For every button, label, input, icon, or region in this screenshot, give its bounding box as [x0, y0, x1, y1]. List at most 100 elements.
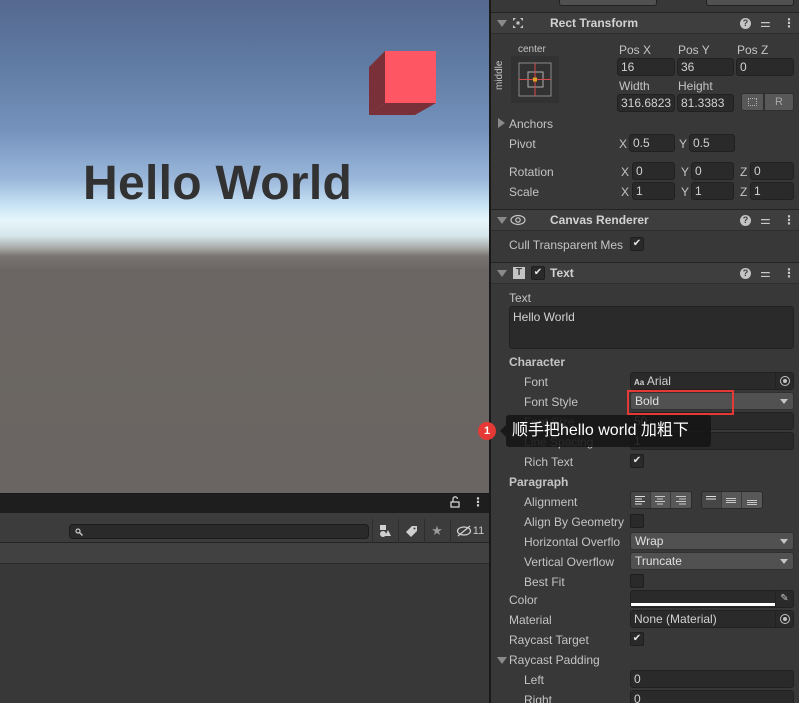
align-middle-button[interactable] — [722, 492, 742, 508]
padding-right-label: Right — [524, 693, 553, 703]
align-right-icon — [675, 495, 686, 504]
alignment-label: Alignment — [524, 495, 578, 509]
eyedropper-icon[interactable]: ✎ — [775, 591, 793, 607]
help-icon[interactable]: ? — [740, 268, 751, 279]
rotation-y-field[interactable]: 0 — [691, 162, 734, 180]
rotation-x-field[interactable]: 0 — [632, 162, 675, 180]
rotation-label: Rotation — [509, 165, 554, 179]
presets-icon[interactable]: ⚌ — [760, 16, 771, 30]
raw-edit-button[interactable]: R — [764, 93, 794, 111]
font-field[interactable]: Aa Arial — [630, 372, 794, 390]
align-top-button[interactable] — [702, 492, 722, 508]
best-fit-label: Best Fit — [524, 575, 565, 589]
pos-z-field[interactable]: 0 — [736, 58, 794, 76]
checkmark-icon: ✔ — [632, 455, 642, 466]
lock-icon[interactable] — [450, 496, 460, 511]
presets-icon[interactable]: ⚌ — [760, 266, 771, 280]
align-bottom-button[interactable] — [742, 492, 762, 508]
align-by-geometry-checkbox[interactable] — [630, 514, 644, 528]
anchor-presets-button[interactable] — [511, 56, 559, 103]
width-label: Width — [619, 79, 650, 93]
game-view[interactable]: Hello World — [0, 0, 489, 493]
font-asset-icon: Aa — [634, 378, 645, 387]
pivot-y-field[interactable]: 0.5 — [689, 134, 735, 152]
component-menu-icon[interactable]: ⋮ — [783, 16, 795, 30]
pos-y-field[interactable]: 36 — [677, 58, 734, 76]
best-fit-checkbox[interactable] — [630, 574, 644, 588]
fold-arrow-icon[interactable] — [497, 270, 507, 277]
material-label: Material — [509, 613, 552, 627]
hierarchy-panel: ⋮ ★ 11 — [0, 493, 489, 703]
pos-x-field[interactable]: 16 — [617, 58, 675, 76]
eye-icon — [510, 214, 526, 226]
width-field[interactable]: 316.6823 — [617, 94, 675, 112]
horizontal-overflow-dropdown[interactable]: Wrap — [630, 532, 794, 550]
chevron-down-icon — [780, 399, 788, 404]
pos-x-label: Pos X — [619, 43, 652, 57]
help-icon[interactable]: ? — [740, 18, 751, 29]
anchor-horizontal-label: center — [518, 44, 546, 55]
hidden-objects-toggle[interactable]: 11 — [450, 519, 489, 543]
scale-y-field[interactable]: 1 — [691, 182, 734, 200]
material-field[interactable]: None (Material) — [630, 610, 794, 628]
pos-y-label: Pos Y — [678, 43, 710, 57]
more-menu-icon[interactable]: ⋮ — [472, 495, 484, 509]
checkmark-icon: ✔ — [632, 633, 642, 644]
color-swatch — [631, 603, 775, 606]
padding-left-field[interactable]: 0 — [630, 670, 794, 688]
shapes-icon — [380, 525, 391, 537]
rotation-z-axis-label: Z — [740, 165, 748, 179]
component-menu-icon[interactable]: ⋮ — [783, 213, 795, 227]
blueprint-mode-button[interactable] — [741, 93, 764, 111]
text-content-area[interactable]: Hello World — [509, 306, 794, 349]
presets-icon[interactable]: ⚌ — [760, 213, 771, 227]
color-field[interactable]: ✎ — [630, 590, 794, 608]
tag-dropdown[interactable] — [706, 0, 794, 6]
search-input[interactable] — [69, 524, 369, 539]
star-icon: ★ — [431, 523, 443, 538]
layer-dropdown[interactable] — [559, 0, 657, 6]
filter-by-type-button[interactable] — [372, 519, 397, 543]
pivot-label: Pivot — [509, 137, 536, 151]
canvas-renderer-header[interactable]: Canvas Renderer ? ⚌ ⋮ — [491, 209, 799, 231]
vertical-alignment-group — [701, 491, 763, 509]
vertical-overflow-dropdown[interactable]: Truncate — [630, 552, 794, 570]
rich-text-checkbox[interactable]: ✔ — [630, 454, 644, 468]
component-menu-icon[interactable]: ⋮ — [783, 266, 795, 280]
anchors-fold-icon[interactable] — [498, 118, 505, 128]
font-style-highlight — [627, 390, 734, 415]
text-component-header[interactable]: T ✔ Text ? ⚌ ⋮ — [491, 262, 799, 284]
fold-arrow-icon[interactable] — [497, 217, 507, 224]
hidden-count: 11 — [472, 525, 485, 537]
object-picker-button[interactable] — [775, 611, 793, 627]
filter-by-label-button[interactable] — [398, 519, 423, 543]
raycast-padding-fold-icon[interactable] — [497, 657, 507, 664]
object-picker-button[interactable] — [775, 373, 793, 389]
scale-x-axis-label: X — [621, 185, 630, 199]
fold-arrow-icon[interactable] — [497, 20, 507, 27]
list-row[interactable] — [0, 543, 489, 564]
align-center-button[interactable] — [651, 492, 671, 508]
align-left-button[interactable] — [631, 492, 651, 508]
favorites-button[interactable]: ★ — [424, 519, 449, 543]
paragraph-section-label: Paragraph — [509, 475, 569, 489]
align-right-button[interactable] — [671, 492, 691, 508]
text-enabled-checkbox[interactable]: ✔ — [531, 266, 545, 280]
raycast-target-checkbox[interactable]: ✔ — [630, 632, 644, 646]
annotation-tooltip: 顺手把hello world 加粗下 — [506, 415, 711, 447]
rect-transform-header[interactable]: Rect Transform ? ⚌ ⋮ — [491, 12, 799, 34]
scale-z-axis-label: Z — [740, 185, 748, 199]
component-title: Rect Transform — [550, 16, 639, 30]
align-center-icon — [655, 495, 665, 504]
rect-transform-icon — [513, 18, 523, 28]
scale-x-field[interactable]: 1 — [632, 182, 675, 200]
height-field[interactable]: 81.3383 — [677, 94, 734, 112]
raycast-padding-label[interactable]: Raycast Padding — [509, 653, 600, 667]
help-icon[interactable]: ? — [740, 215, 751, 226]
pivot-x-field[interactable]: 0.5 — [629, 134, 675, 152]
scale-z-field[interactable]: 1 — [750, 182, 794, 200]
rotation-z-field[interactable]: 0 — [750, 162, 794, 180]
padding-right-field[interactable]: 0 — [630, 690, 794, 703]
anchors-label[interactable]: Anchors — [509, 117, 553, 131]
cull-transparent-mesh-checkbox[interactable]: ✔ — [630, 237, 644, 251]
